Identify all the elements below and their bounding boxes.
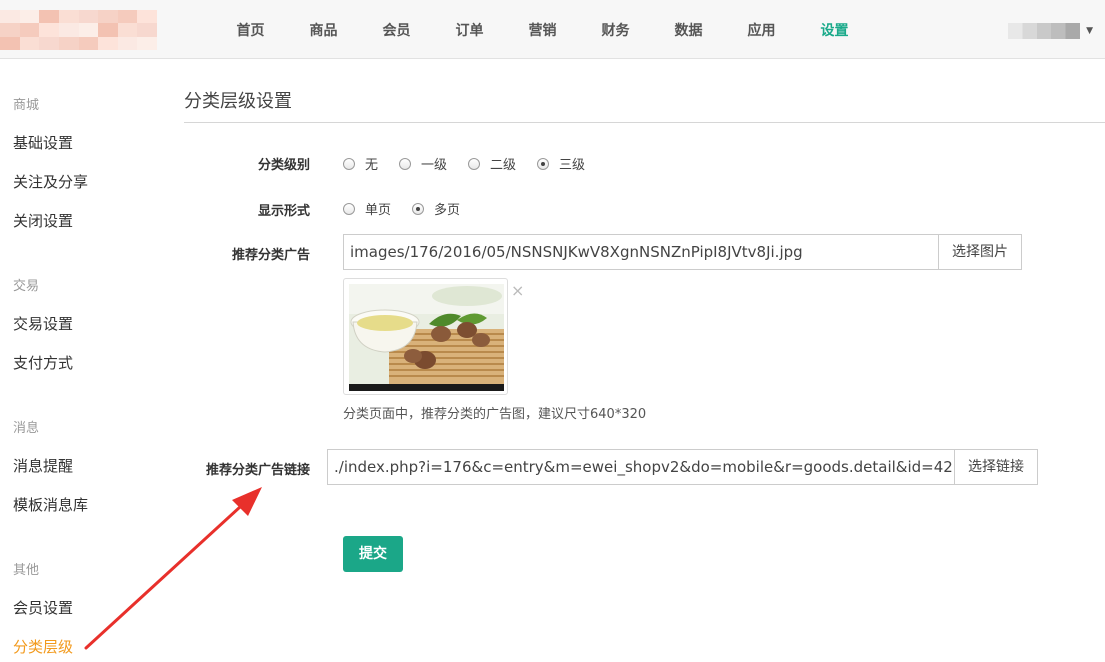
- sidebar-item[interactable]: 关闭设置: [13, 210, 73, 231]
- radio-label: 二级: [490, 158, 517, 173]
- radio-option[interactable]: 一级: [399, 154, 447, 173]
- divider: [184, 122, 1105, 123]
- annotation-arrow-icon: [84, 487, 262, 650]
- nav-item-5[interactable]: 财务: [579, 0, 652, 59]
- user-menu[interactable]: ▼: [1008, 23, 1093, 39]
- radio-label: 一级: [421, 158, 448, 173]
- radio-button[interactable]: [412, 202, 425, 215]
- radio-option[interactable]: 单页: [343, 199, 391, 218]
- nav-item-7[interactable]: 应用: [725, 0, 798, 59]
- ad-image-path-input[interactable]: images/176/2016/05/NSNSNJKwV8XgnNSNZnPip…: [343, 234, 938, 270]
- radio-label: 三级: [559, 158, 586, 173]
- ad-link-input-group: ./index.php?i=176&c=entry&m=ewei_shopv2&…: [327, 449, 1038, 485]
- nav-item-2[interactable]: 会员: [360, 0, 433, 59]
- ad-image-input-group: images/176/2016/05/NSNSNJKwV8XgnNSNZnPip…: [343, 234, 1022, 270]
- sidebar-section-title: 消息: [13, 421, 40, 436]
- radio-button[interactable]: [343, 202, 355, 215]
- submit-button[interactable]: 提交: [343, 536, 403, 572]
- sidebar: 商城基础设置关注及分享关闭设置交易交易设置支付方式消息消息提醒模板消息库其他会员…: [0, 59, 160, 662]
- nav-item-1[interactable]: 商品: [287, 0, 360, 59]
- sidebar-item[interactable]: 模板消息库: [13, 494, 88, 515]
- sidebar-section-title: 交易: [13, 279, 40, 294]
- choose-link-button[interactable]: 选择链接: [954, 449, 1038, 485]
- display-mode-label: 显示形式: [257, 204, 310, 219]
- category-level-label: 分类级别: [257, 158, 310, 173]
- ad-link-input[interactable]: ./index.php?i=176&c=entry&m=ewei_shopv2&…: [327, 449, 954, 485]
- radio-option[interactable]: 多页: [412, 199, 460, 218]
- display-mode-radios: 单页 多页: [343, 199, 481, 218]
- sidebar-item[interactable]: 消息提醒: [13, 455, 73, 476]
- nav-item-8[interactable]: 设置: [798, 0, 871, 59]
- page-title: 分类层级设置: [184, 91, 292, 112]
- choose-image-button[interactable]: 选择图片: [938, 234, 1022, 270]
- sidebar-section-title: 其他: [13, 563, 40, 578]
- nav-item-4[interactable]: 营销: [506, 0, 579, 59]
- radio-label: 多页: [434, 203, 461, 218]
- username-blurred[interactable]: [1008, 23, 1081, 39]
- radio-label: 无: [365, 158, 379, 173]
- category-level-radios: 无 一级 二级 三级: [343, 154, 606, 173]
- sidebar-item[interactable]: 基础设置: [13, 132, 73, 153]
- sidebar-section-title: 商城: [13, 98, 40, 113]
- ad-image-label: 推荐分类广告: [231, 248, 310, 263]
- sidebar-item[interactable]: 支付方式: [13, 352, 73, 373]
- top-bar: 首页 商品 会员 订单 营销 财务 数据 应用 设置 ▼: [0, 0, 1105, 59]
- radio-option[interactable]: 三级: [537, 154, 585, 173]
- nav-item-0[interactable]: 首页: [214, 0, 287, 59]
- radio-option[interactable]: 无: [343, 154, 378, 173]
- nav-item-3[interactable]: 订单: [433, 0, 506, 59]
- ad-image-help-text: 分类页面中，推荐分类的广告图，建议尺寸640*320: [343, 407, 647, 422]
- nav-item-6[interactable]: 数据: [652, 0, 725, 59]
- radio-button[interactable]: [399, 157, 412, 170]
- logo-blurred[interactable]: [0, 10, 157, 50]
- radio-button[interactable]: [468, 157, 481, 170]
- radio-option[interactable]: 二级: [468, 154, 516, 173]
- radio-button[interactable]: [537, 157, 550, 170]
- radio-button[interactable]: [343, 157, 355, 170]
- sidebar-item[interactable]: 会员设置: [13, 597, 73, 618]
- caret-down-icon[interactable]: ▼: [1086, 26, 1093, 36]
- sidebar-item[interactable]: 关注及分享: [13, 171, 88, 192]
- ad-link-label: 推荐分类广告链接: [205, 463, 310, 478]
- main-nav: 首页 商品 会员 订单 营销 财务 数据 应用 设置: [214, 0, 871, 59]
- radio-label: 单页: [365, 203, 392, 218]
- ad-image-thumbnail: [343, 278, 508, 395]
- remove-image-icon[interactable]: ×: [511, 281, 524, 300]
- tea-photo-image: [349, 284, 504, 391]
- sidebar-item[interactable]: 交易设置: [13, 313, 73, 334]
- sidebar-item[interactable]: 分类层级: [13, 636, 73, 657]
